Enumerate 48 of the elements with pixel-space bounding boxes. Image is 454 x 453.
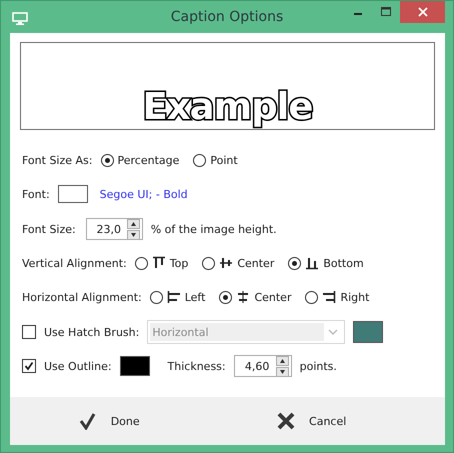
- option-label: Percentage: [118, 154, 180, 166]
- maximize-icon: [381, 7, 391, 17]
- radio-button[interactable]: [202, 256, 216, 270]
- option-label: Bottom: [323, 256, 364, 270]
- field-label: Horizontal Alignment:: [22, 290, 142, 304]
- close-icon: [277, 412, 296, 430]
- field-label: Font:: [22, 188, 50, 200]
- checkmark-icon: [78, 412, 97, 430]
- radio-button[interactable]: [288, 256, 302, 270]
- align-left-icon: [166, 290, 181, 304]
- field-label: Vertical Alignment:: [22, 256, 127, 270]
- checkbox-label: Use Outline:: [44, 360, 112, 372]
- font-link[interactable]: Segoe UI; - Bold: [100, 188, 188, 200]
- number-field[interactable]: 23,0: [86, 218, 143, 240]
- checkbox-label: Use Hatch Brush:: [44, 326, 140, 338]
- number-field[interactable]: 4,60: [234, 355, 292, 377]
- option-label: Point: [210, 154, 238, 166]
- unit-label: points.: [300, 360, 337, 372]
- field-label: Font Size As:: [22, 154, 92, 166]
- align-middle-icon: [219, 256, 234, 270]
- field-label: Thickness:: [168, 360, 226, 372]
- chevron-down-icon: [328, 328, 338, 336]
- option-label: Right: [340, 290, 370, 304]
- radio-button[interactable]: [305, 290, 318, 304]
- option-label: Left: [184, 290, 206, 304]
- close-icon: [418, 7, 428, 17]
- option-label: Top: [170, 256, 188, 270]
- close-button[interactable]: [400, 1, 445, 23]
- color-swatch[interactable]: [120, 356, 150, 376]
- hint-text: % of the image height.: [150, 222, 277, 236]
- option-label: Center: [237, 256, 274, 270]
- radio-button[interactable]: [134, 256, 148, 270]
- done-button[interactable]: Done: [74, 408, 144, 434]
- color-swatch[interactable]: [58, 185, 88, 203]
- window-title: Caption Options: [170, 9, 284, 25]
- field-label: Font Size:: [22, 222, 76, 236]
- radio-button[interactable]: [193, 154, 206, 166]
- align-right-icon: [322, 290, 336, 304]
- radio-button[interactable]: [100, 154, 114, 166]
- cancel-button[interactable]: Cancel: [273, 408, 350, 434]
- align-top-icon: [152, 256, 166, 270]
- align-bottom-icon: [305, 256, 320, 270]
- align-center-icon: [236, 290, 250, 304]
- radio-button[interactable]: [219, 290, 232, 304]
- radio-button[interactable]: [150, 290, 163, 304]
- checkbox[interactable]: [22, 359, 36, 373]
- option-label: Center: [254, 290, 292, 304]
- monitor-icon: [12, 12, 28, 25]
